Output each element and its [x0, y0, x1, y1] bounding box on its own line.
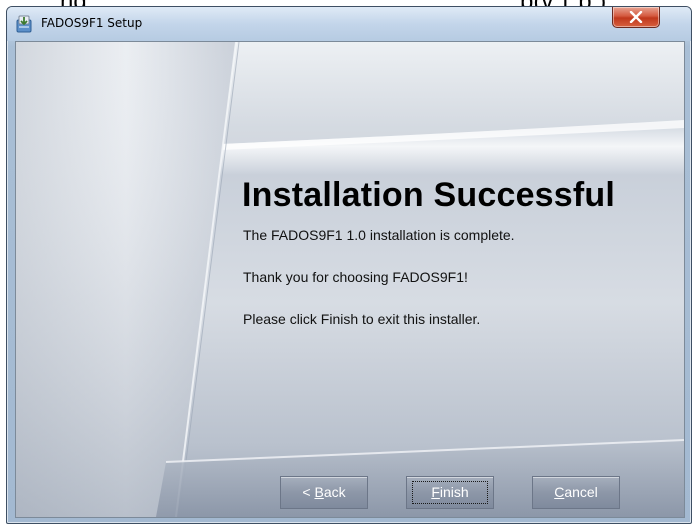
close-icon — [629, 11, 643, 23]
back-button-rest: ack — [323, 484, 346, 500]
finish-button-mnemonic: F — [431, 484, 440, 500]
instruction-message: Please click Finish to exit this install… — [243, 311, 481, 327]
title-bar[interactable]: FADOS9F1 Setup — [7, 7, 691, 41]
back-button[interactable]: < Back — [280, 476, 368, 509]
back-button-prefix: < — [302, 484, 315, 500]
installer-panel: Installation Successful The FADOS9F1 1.0… — [15, 41, 685, 518]
page-title: Installation Successful — [242, 176, 616, 214]
back-button-mnemonic: B — [314, 484, 324, 500]
installer-icon — [15, 14, 35, 34]
setup-dialog: FADOS9F1 Setup Installation Successful T… — [6, 6, 692, 524]
cancel-button-rest: ancel — [564, 484, 598, 500]
finish-button-rest: inish — [439, 484, 469, 500]
finish-button[interactable]: Finish — [406, 476, 494, 509]
cancel-button[interactable]: Cancel — [532, 476, 620, 509]
close-button[interactable] — [612, 7, 660, 28]
cancel-button-mnemonic: C — [554, 484, 565, 500]
completion-message: The FADOS9F1 1.0 installation is complet… — [243, 227, 515, 243]
thank-you-message: Thank you for choosing FADOS9F1! — [243, 269, 468, 285]
window-title: FADOS9F1 Setup — [41, 16, 143, 30]
